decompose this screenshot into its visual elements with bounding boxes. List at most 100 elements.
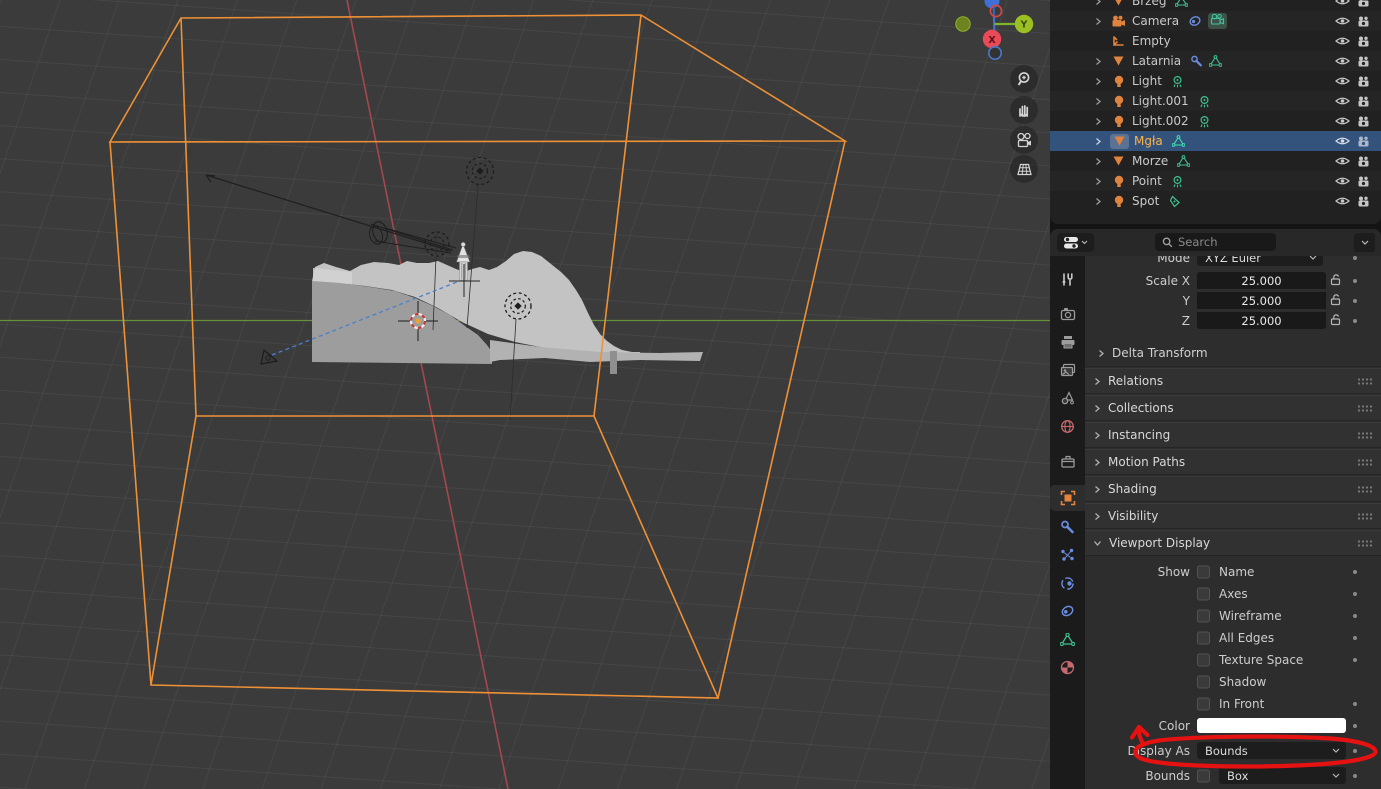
object-name[interactable]: Morze <box>1132 154 1168 168</box>
animate-decorator[interactable] <box>1353 299 1357 303</box>
in-front-checkbox[interactable] <box>1197 698 1210 711</box>
panel-shading[interactable]: Shading <box>1085 476 1381 502</box>
zoom-button[interactable] <box>1010 65 1038 93</box>
hide-eye-icon[interactable] <box>1335 0 1350 6</box>
animate-decorator[interactable] <box>1353 279 1357 283</box>
outliner-row-light-002[interactable]: Light.002 <box>1050 111 1381 131</box>
animate-decorator[interactable] <box>1353 658 1357 662</box>
rotation-mode-dropdown[interactable]: XYZ Euler <box>1197 256 1323 266</box>
expand-chevron-icon[interactable] <box>1094 77 1110 86</box>
point-light-data-icon[interactable] <box>1171 175 1184 188</box>
disable-render-camera-icon[interactable] <box>1357 0 1370 7</box>
scale-x-field[interactable]: 25.000 <box>1197 272 1326 289</box>
hide-eye-icon[interactable] <box>1335 116 1350 126</box>
expand-chevron-icon[interactable] <box>1094 117 1110 126</box>
bounds-checkbox[interactable] <box>1197 770 1210 783</box>
camera-object[interactable] <box>206 175 456 253</box>
name-checkbox[interactable] <box>1197 566 1210 579</box>
panel-collections[interactable]: Collections <box>1085 395 1381 421</box>
tab-view-layer[interactable] <box>1050 357 1085 383</box>
expand-chevron-icon[interactable] <box>1094 157 1110 166</box>
mesh-data-icon[interactable] <box>1172 135 1185 147</box>
object-name[interactable]: Point <box>1132 174 1162 188</box>
camera-view-button[interactable] <box>1010 126 1038 154</box>
disable-render-camera-icon[interactable] <box>1357 156 1370 167</box>
tab-output[interactable] <box>1050 329 1085 355</box>
animate-decorator[interactable] <box>1353 774 1357 778</box>
outliner-row-morze[interactable]: Morze <box>1050 151 1381 171</box>
animate-decorator[interactable] <box>1353 256 1357 260</box>
terrain-mesh[interactable] <box>312 251 703 374</box>
panel-drag-handle[interactable] <box>1357 432 1373 439</box>
tab-render[interactable] <box>1050 301 1085 327</box>
search-input[interactable]: Search <box>1155 233 1276 251</box>
object-name[interactable]: Brzeg <box>1132 0 1166 8</box>
constraint-icon[interactable] <box>1188 15 1202 27</box>
outliner-row-light-001[interactable]: Light.001 <box>1050 91 1381 111</box>
editor-type-button[interactable] <box>1057 233 1094 252</box>
outliner-row-latarnia[interactable]: Latarnia <box>1050 51 1381 71</box>
animate-decorator[interactable] <box>1353 614 1357 618</box>
panel-relations[interactable]: Relations <box>1085 368 1381 394</box>
mesh-data-icon[interactable] <box>1175 0 1188 7</box>
disable-render-camera-icon[interactable] <box>1357 176 1370 187</box>
tab-particles[interactable] <box>1050 542 1085 568</box>
object-name[interactable]: Mgła <box>1134 134 1163 148</box>
hide-eye-icon[interactable] <box>1335 156 1350 166</box>
outliner-row-empty[interactable]: Empty <box>1050 31 1381 51</box>
outliner-row-spot[interactable]: Spot <box>1050 191 1381 211</box>
display-as-dropdown[interactable]: Bounds <box>1197 742 1346 759</box>
point-light-data-icon[interactable] <box>1198 115 1211 128</box>
modifier-wrench-icon[interactable] <box>1190 55 1203 67</box>
spot-light-data-icon[interactable] <box>1168 195 1181 208</box>
expand-chevron-icon[interactable] <box>1094 17 1110 26</box>
move-view-button[interactable] <box>1010 96 1038 124</box>
texture-space-checkbox[interactable] <box>1197 654 1210 667</box>
disable-render-camera-icon[interactable] <box>1357 76 1370 87</box>
hide-eye-icon[interactable] <box>1335 136 1350 146</box>
object-name[interactable]: Light.002 <box>1132 114 1189 128</box>
3d-viewport[interactable]: Y X <box>0 0 1050 789</box>
panel-visibility[interactable]: Visibility <box>1085 503 1381 529</box>
expand-chevron-icon[interactable] <box>1094 97 1110 106</box>
bounds-dropdown[interactable]: Box <box>1219 767 1346 784</box>
disable-render-camera-icon[interactable] <box>1357 16 1370 27</box>
animate-decorator[interactable] <box>1353 749 1357 753</box>
animate-decorator[interactable] <box>1353 570 1357 574</box>
shadow-checkbox[interactable] <box>1197 676 1210 689</box>
panel-motion-paths[interactable]: Motion Paths <box>1085 449 1381 475</box>
hide-eye-icon[interactable] <box>1335 36 1350 46</box>
panel-drag-handle[interactable] <box>1357 513 1373 520</box>
outliner-row-light[interactable]: Light <box>1050 71 1381 91</box>
tab-world[interactable] <box>1050 413 1085 439</box>
panel-drag-handle[interactable] <box>1357 459 1373 466</box>
axis-neg-z-ball[interactable] <box>989 47 1001 59</box>
disable-render-camera-icon[interactable] <box>1357 96 1370 107</box>
object-name[interactable]: Camera <box>1132 14 1179 28</box>
active-camera-data-icon[interactable] <box>1208 13 1227 29</box>
object-name[interactable]: Empty <box>1132 34 1171 48</box>
animate-decorator[interactable] <box>1353 702 1357 706</box>
tab-material[interactable] <box>1050 654 1085 680</box>
outliner-row-point[interactable]: Point <box>1050 171 1381 191</box>
tab-object-active[interactable] <box>1050 485 1085 511</box>
axis-neg-x-ball[interactable] <box>990 5 1001 16</box>
tab-modifiers[interactable] <box>1050 514 1085 540</box>
hide-eye-icon[interactable] <box>1335 176 1350 186</box>
lock-open-icon[interactable] <box>1330 274 1342 289</box>
tab-tool[interactable] <box>1050 266 1085 292</box>
delta-transform-subpanel-header[interactable]: Delta Transform <box>1097 341 1208 365</box>
disable-render-camera-icon[interactable] <box>1357 136 1370 147</box>
point-light-data-icon[interactable] <box>1171 75 1184 88</box>
mesh-data-icon[interactable] <box>1177 155 1190 167</box>
wireframe-checkbox[interactable] <box>1197 610 1210 623</box>
scale-y-field[interactable]: 25.000 <box>1197 292 1326 309</box>
expand-chevron-icon[interactable] <box>1094 0 1110 6</box>
tab-constraints[interactable] <box>1050 598 1085 624</box>
panel-drag-handle[interactable] <box>1357 405 1373 412</box>
animate-decorator[interactable] <box>1353 319 1357 323</box>
hide-eye-icon[interactable] <box>1335 96 1350 106</box>
object-name[interactable]: Light <box>1132 74 1162 88</box>
expand-chevron-icon[interactable] <box>1094 137 1110 146</box>
tab-physics[interactable] <box>1050 570 1085 596</box>
